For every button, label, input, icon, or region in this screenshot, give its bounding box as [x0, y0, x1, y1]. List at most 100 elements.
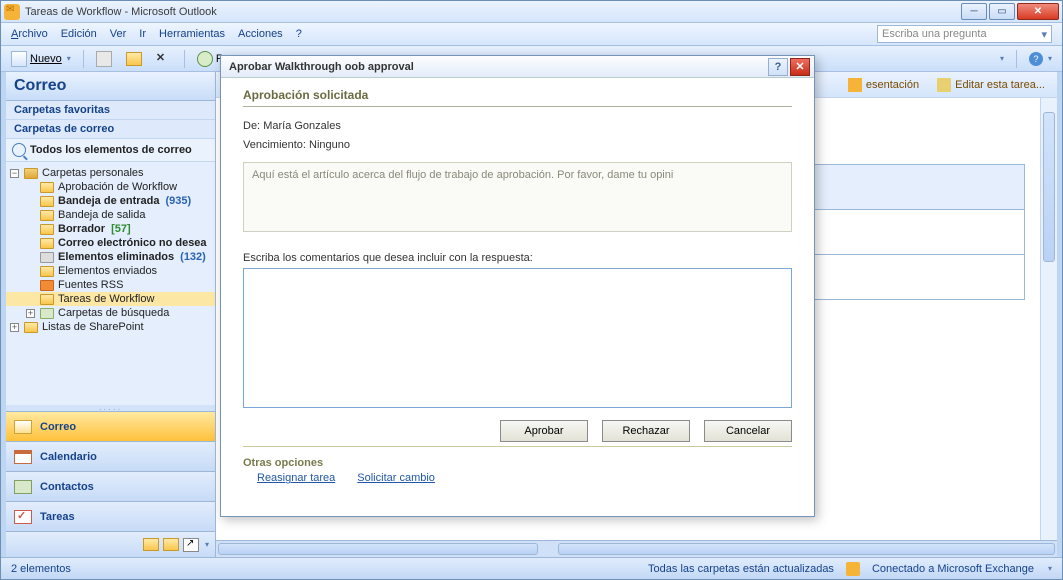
reject-button[interactable]: Rechazar — [602, 420, 690, 442]
folder-icon — [126, 52, 142, 66]
shortcut-icon[interactable]: ↗ — [183, 538, 199, 552]
menu-herramientas[interactable]: Herramientas — [159, 28, 225, 40]
menu-acciones[interactable]: Acciones — [238, 28, 283, 40]
dialog-heading: Aprobación solicitada — [243, 88, 792, 107]
other-options-heading: Otras opciones — [243, 457, 792, 469]
mail-icon — [14, 420, 32, 434]
trash-icon — [40, 252, 54, 263]
titlebar: Tareas de Workflow - Microsoft Outlook ─… — [1, 1, 1062, 23]
all-mail-items[interactable]: Todos los elementos de correo — [6, 139, 215, 162]
menu-archivo[interactable]: Archivo — [11, 28, 48, 40]
folder-personales[interactable]: −Carpetas personales — [6, 166, 215, 180]
outlook-icon — [4, 4, 20, 20]
nav-tareas[interactable]: Tareas — [6, 501, 215, 531]
nav-footer: ↗ ▾ — [6, 531, 215, 557]
folder-drafts[interactable]: Borrador[57] — [6, 222, 215, 236]
nav-pane: Correo Carpetas favoritas Carpetas de co… — [6, 72, 216, 557]
edit-icon — [937, 78, 951, 92]
new-icon — [11, 51, 27, 67]
dialog-close-button[interactable]: ✕ — [790, 58, 810, 76]
folder-icon — [40, 196, 54, 207]
presentation-button[interactable]: esentación — [848, 78, 919, 92]
print-icon — [96, 51, 112, 67]
folder-outbox[interactable]: Bandeja de salida — [6, 208, 215, 222]
menu-help[interactable]: ? — [296, 28, 302, 40]
from-value: María Gonzales — [263, 120, 341, 132]
minimize-button[interactable]: ─ — [961, 3, 987, 20]
window-title: Tareas de Workflow - Microsoft Outlook — [25, 6, 961, 18]
folder-icon — [40, 294, 54, 305]
presentation-icon — [848, 78, 862, 92]
edit-task-button[interactable]: Editar esta tarea... — [937, 78, 1045, 92]
reassign-link[interactable]: Reasignar tarea — [257, 472, 335, 484]
dialog-title: Aprobar Walkthrough oob approval — [225, 61, 766, 73]
statusbar: 2 elementos Todas las carpetas están act… — [1, 557, 1062, 579]
question-placeholder: Escriba una pregunta — [882, 28, 987, 40]
close-button[interactable]: ✕ — [1017, 3, 1059, 20]
folder-icon[interactable] — [163, 538, 179, 551]
due-value: Ninguno — [309, 139, 350, 151]
folder-icon — [40, 182, 54, 193]
comment-textarea[interactable] — [243, 268, 792, 408]
folder-sent[interactable]: Elementos enviados — [6, 264, 215, 278]
maximize-button[interactable]: ▭ — [989, 3, 1015, 20]
folder-aprobacion[interactable]: Aprobación de Workflow — [6, 180, 215, 194]
folder-sharepoint[interactable]: +Listas de SharePoint — [6, 320, 215, 334]
folder-icon — [40, 224, 54, 235]
reply-icon — [197, 51, 213, 67]
folder-inbox[interactable]: Bandeja de entrada(935) — [6, 194, 215, 208]
nav-options-icon[interactable]: ▾ — [205, 540, 209, 549]
folder-workflow-tasks[interactable]: Tareas de Workflow — [6, 292, 215, 306]
folder-icon — [40, 210, 54, 221]
folder-search[interactable]: +Carpetas de búsqueda — [6, 306, 215, 320]
menubar: Archivo Edición Ver Ir Herramientas Acci… — [1, 23, 1062, 46]
rss-icon — [40, 280, 54, 291]
folder-rss[interactable]: Fuentes RSS — [6, 278, 215, 292]
connection-status: Conectado a Microsoft Exchange — [872, 563, 1034, 575]
tasks-icon — [14, 510, 32, 524]
folder-icon — [24, 322, 38, 333]
folder-icon[interactable] — [143, 538, 159, 551]
horizontal-scrollbar[interactable] — [216, 540, 1057, 557]
dropdown-icon: ▾ — [1041, 28, 1047, 41]
new-button[interactable]: Nuevo▾ — [7, 49, 75, 69]
print-button[interactable] — [92, 49, 116, 69]
item-count: 2 elementos — [11, 563, 71, 575]
sync-status: Todas las carpetas están actualizadas — [648, 563, 834, 575]
search-folder-icon — [40, 308, 54, 319]
tb-dropdown-1[interactable]: ▾ — [994, 52, 1008, 65]
menu-ver[interactable]: Ver — [110, 28, 127, 40]
folder-junk[interactable]: Correo electrónico no desea — [6, 236, 215, 250]
menu-edicion[interactable]: Edición — [61, 28, 97, 40]
folder-tree: −Carpetas personales Aprobación de Workf… — [6, 162, 215, 405]
contacts-icon — [14, 480, 32, 494]
help-question-input[interactable]: Escriba una pregunta ▾ — [877, 25, 1052, 43]
search-icon — [12, 143, 26, 157]
comment-label: Escriba los comentarios que desea inclui… — [243, 252, 792, 264]
nav-mail-folders[interactable]: Carpetas de correo — [6, 120, 215, 139]
nav-contactos[interactable]: Contactos — [6, 471, 215, 501]
delete-button[interactable]: ✕ — [152, 49, 176, 69]
due-label: Vencimiento: — [243, 139, 306, 151]
nav-calendario[interactable]: Calendario — [6, 441, 215, 471]
cancel-button[interactable]: Cancelar — [704, 420, 792, 442]
approve-button[interactable]: Aprobar — [500, 420, 588, 442]
dialog-meta: De: María Gonzales Vencimiento: Ninguno — [243, 117, 792, 154]
dialog-description: Aquí está el artículo acerca del flujo d… — [243, 162, 792, 232]
help-icon: ? — [1029, 52, 1043, 66]
dialog-titlebar: Aprobar Walkthrough oob approval ? ✕ — [221, 56, 814, 78]
folder-icon — [40, 266, 54, 277]
menu-ir[interactable]: Ir — [139, 28, 146, 40]
folder-icon — [24, 168, 38, 179]
folder-icon — [40, 238, 54, 249]
calendar-icon — [14, 450, 32, 464]
request-change-link[interactable]: Solicitar cambio — [357, 472, 435, 484]
dropdown-icon[interactable]: ▾ — [1048, 564, 1052, 573]
help-button[interactable]: ?▾ — [1025, 50, 1056, 68]
nav-correo[interactable]: Correo — [6, 411, 215, 441]
move-button[interactable] — [122, 50, 146, 68]
dialog-help-button[interactable]: ? — [768, 58, 788, 76]
folder-deleted[interactable]: Elementos eliminados(132) — [6, 250, 215, 264]
nav-favorites[interactable]: Carpetas favoritas — [6, 101, 215, 120]
vertical-scrollbar[interactable] — [1040, 98, 1057, 540]
